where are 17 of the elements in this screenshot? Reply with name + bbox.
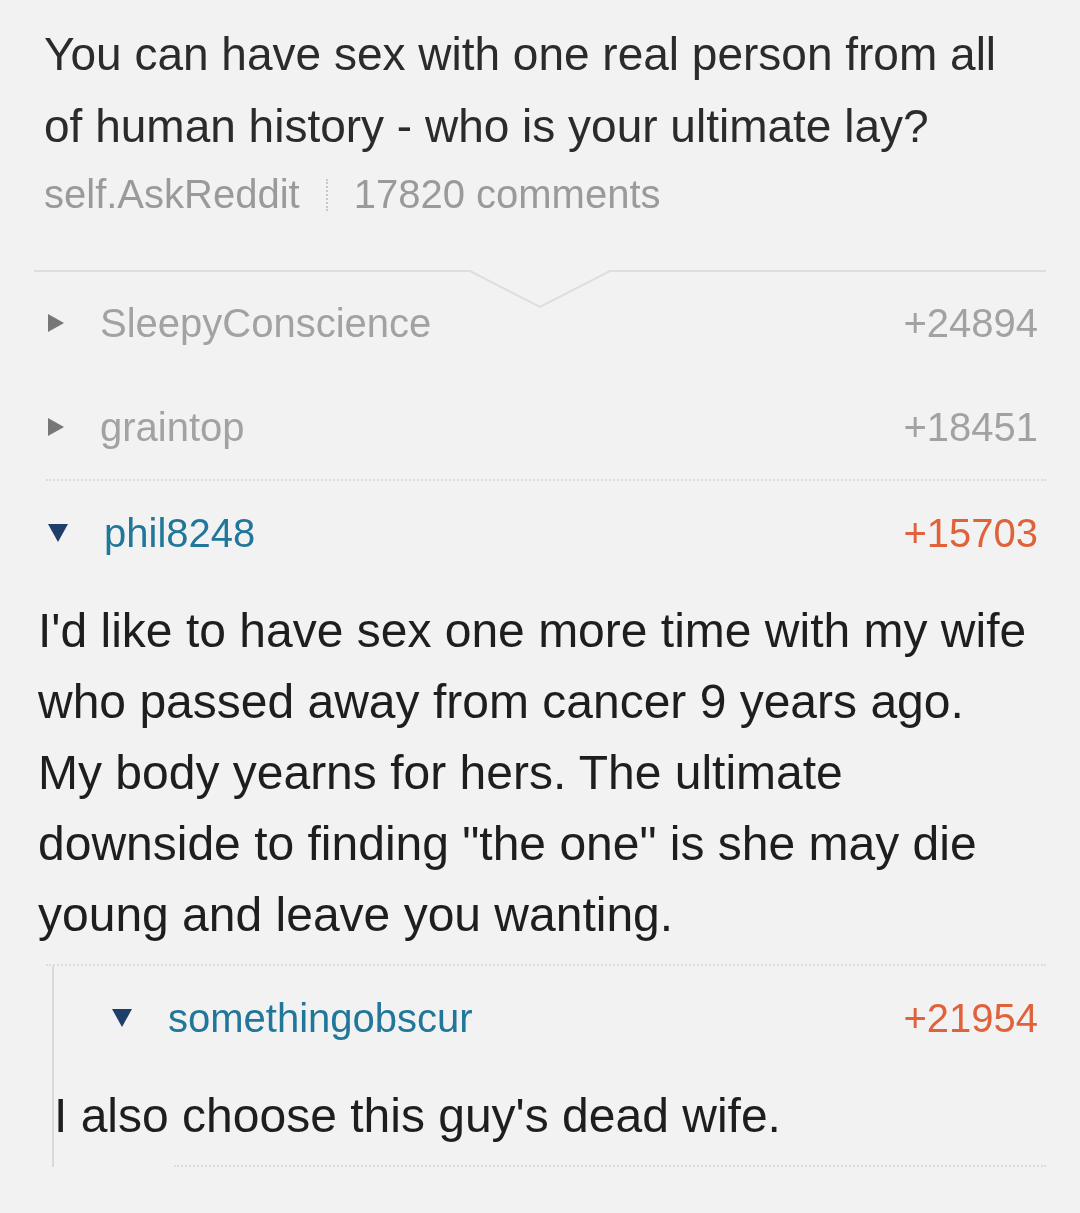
post-title[interactable]: You can have sex with one real person from all of human history - who is your ultimate lay? <box>44 18 1034 162</box>
comment-score: +15703 <box>903 510 1038 556</box>
comment-text: I'd like to have sex one more time with my wife who passed away from cancer 9 years ago. My body yearns for hers. The ultimate downside to finding "the one" is she may die young and leave you wanting. <box>37 603 1028 943</box>
comment-author[interactable]: SleepyConscience <box>100 300 432 346</box>
caret-right-icon[interactable] <box>48 314 64 332</box>
comment-count[interactable]: 17820 comments <box>353 172 661 217</box>
caret-down-icon[interactable] <box>48 524 68 542</box>
comment-author[interactable]: somethingobscur <box>168 995 473 1041</box>
comment-author[interactable]: phil8248 <box>104 510 256 556</box>
comment-score: +24894 <box>903 300 1038 346</box>
comment-text: I also choose this guy's dead wife. <box>54 1088 782 1144</box>
comment-score: +18451 <box>903 404 1038 450</box>
comment-score: +21954 <box>903 995 1038 1041</box>
comment-author[interactable]: graintop <box>100 404 245 450</box>
caret-down-icon[interactable] <box>112 1009 132 1027</box>
caret-right-icon[interactable] <box>48 418 64 436</box>
subreddit-link[interactable]: self.AskReddit <box>44 172 300 217</box>
